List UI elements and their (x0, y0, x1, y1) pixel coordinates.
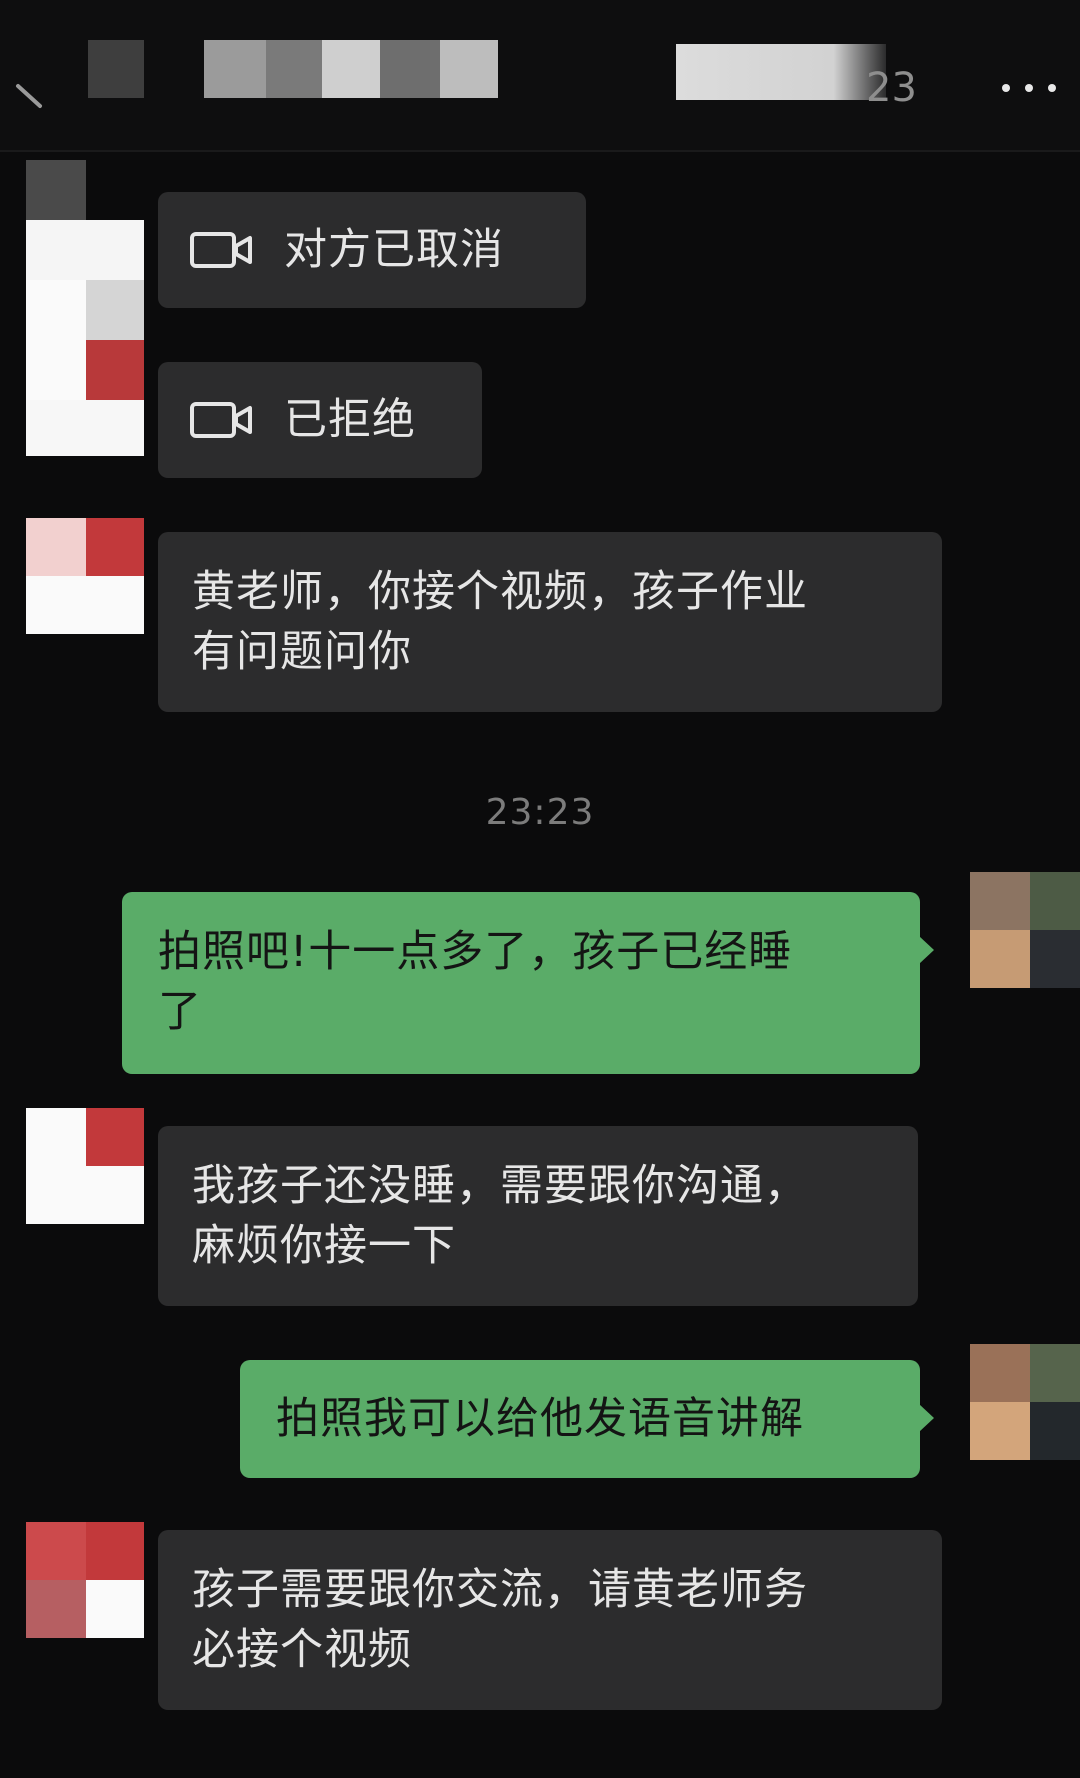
message-text-line: 孩子需要跟你交流，请黄老师务 (192, 1565, 808, 1615)
message-text-line: 拍照我可以给他发语音讲解 (276, 1394, 804, 1444)
message-bubble-incoming[interactable]: 黄老师，你接个视频，孩子作业 有问题问你 (158, 532, 942, 712)
message-bubble-outgoing[interactable]: 拍照我可以给他发语音讲解 (240, 1360, 934, 1478)
message-text-line: 了 (158, 987, 202, 1037)
avatar-self[interactable] (970, 872, 1080, 988)
video-call-declined-bubble[interactable]: 已拒绝 (158, 362, 482, 478)
more-dots-icon[interactable] (1000, 80, 1058, 96)
avatar-contact[interactable] (26, 1108, 144, 1224)
message-text-line: 麻烦你接一下 (192, 1221, 456, 1271)
chevron-left-icon[interactable] (14, 80, 44, 110)
message-bubble-outgoing[interactable]: 拍照吧!十一点多了，孩子已经睡 了 (122, 892, 934, 1074)
video-call-cancelled-bubble[interactable]: 对方已取消 (158, 192, 586, 308)
video-camera-icon (190, 232, 252, 268)
chat-screen: 23 对方已取消 已拒绝 黄老师，你接个视频，孩子作业 有问题问你 23:23 … (0, 0, 1080, 1778)
video-call-status-text: 对方已取消 (284, 225, 504, 275)
message-text-line: 我孩子还没睡，需要跟你沟通， (192, 1161, 808, 1211)
avatar-contact[interactable] (26, 1522, 144, 1638)
message-text-line: 有问题问你 (192, 627, 412, 677)
video-camera-icon (190, 402, 252, 438)
avatar-contact[interactable] (26, 518, 144, 634)
message-bubble-incoming[interactable]: 孩子需要跟你交流，请黄老师务 必接个视频 (158, 1530, 942, 1710)
header-divider (0, 150, 1080, 152)
video-call-status-text: 已拒绝 (284, 395, 416, 445)
message-bubble-incoming[interactable]: 我孩子还没睡，需要跟你沟通， 麻烦你接一下 (158, 1126, 918, 1306)
chat-header: 23 (0, 0, 1080, 150)
message-text-line: 必接个视频 (192, 1625, 412, 1675)
message-text-line: 拍照吧!十一点多了，孩子已经睡 (158, 927, 793, 977)
message-text-line: 黄老师，你接个视频，孩子作业 (192, 567, 808, 617)
header-partial-time: 23 (866, 65, 917, 111)
avatar-self[interactable] (970, 1344, 1080, 1460)
chat-timestamp: 23:23 (485, 792, 595, 833)
avatar-contact[interactable] (26, 160, 144, 456)
